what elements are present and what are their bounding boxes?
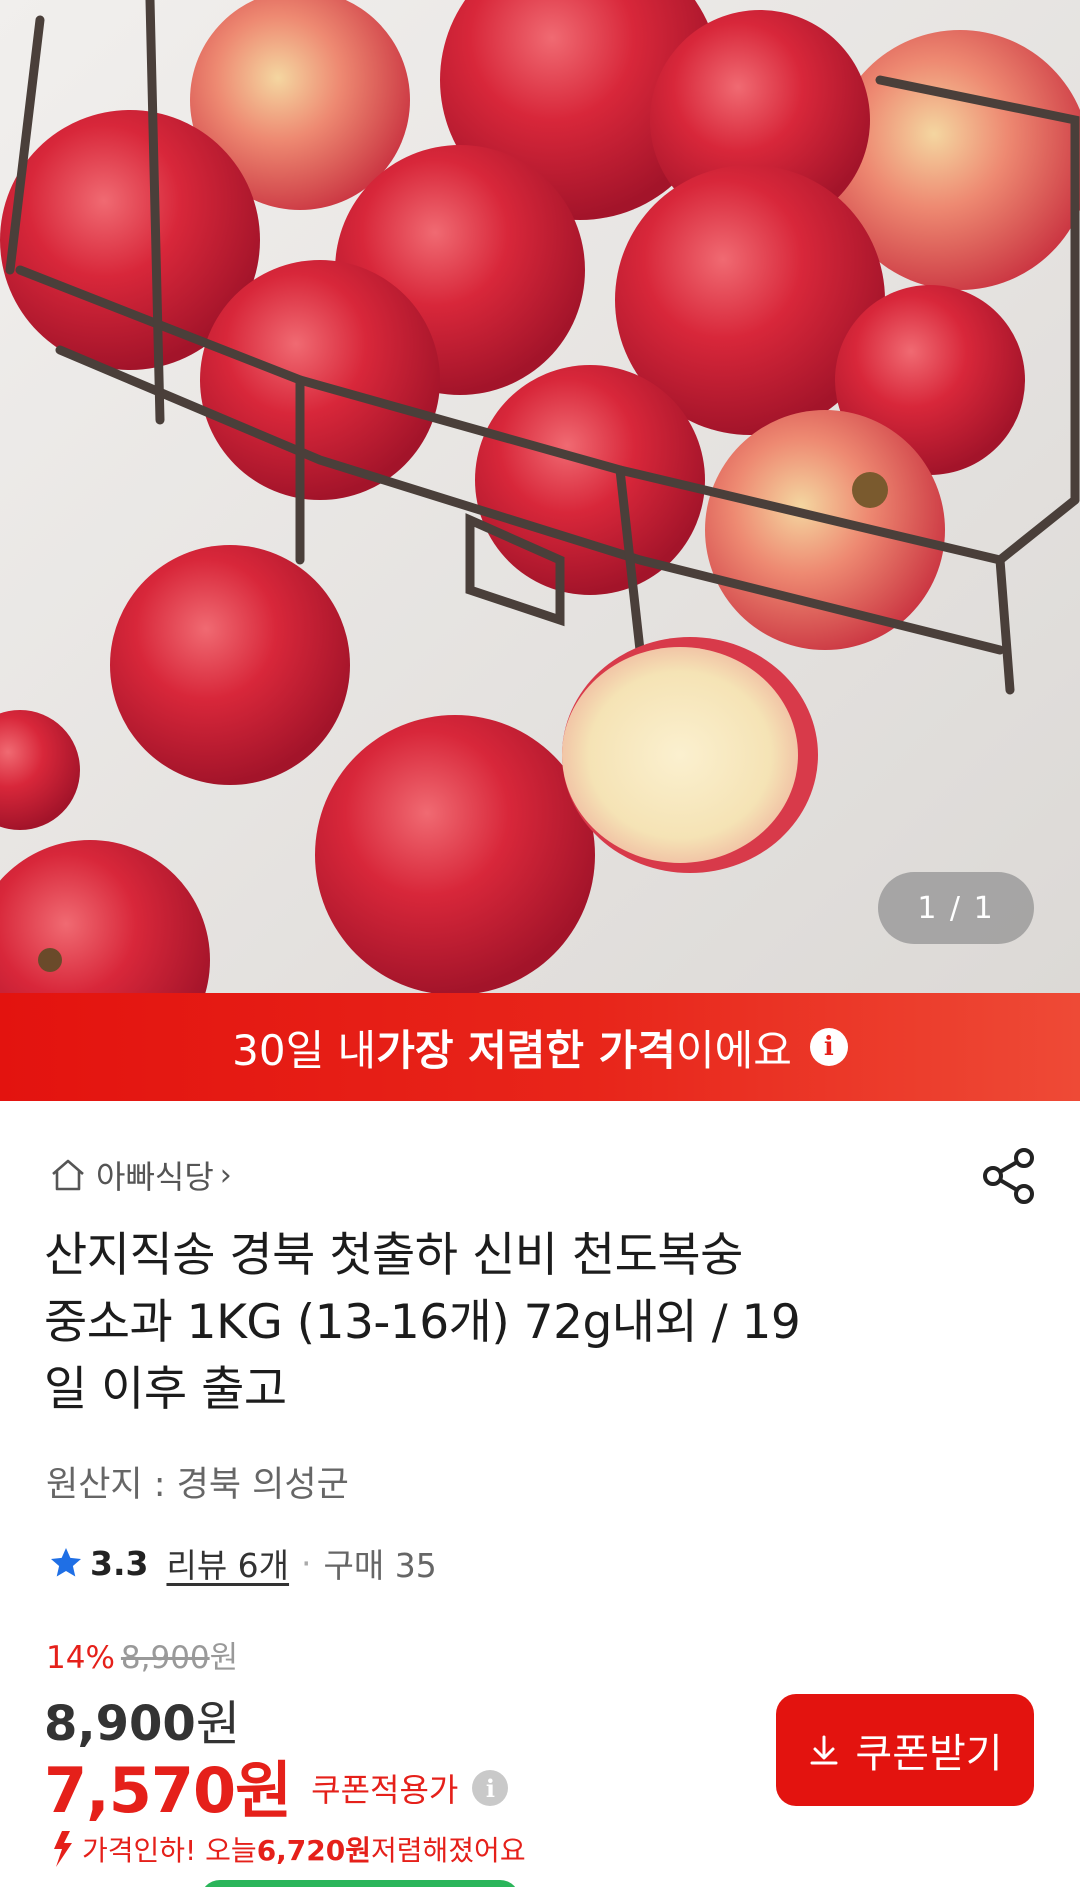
star-icon: [51, 1548, 81, 1577]
purchase-count: 구매 35: [323, 1546, 437, 1585]
price-drop-prefix: 가격인하! 오늘: [82, 1834, 257, 1867]
get-coupon-label: 쿠폰받기: [855, 1731, 1003, 1777]
nectarine-basket-photo: [0, 0, 1080, 993]
banner-suffix: 이에요: [675, 1025, 792, 1075]
share-icon: [983, 1148, 1034, 1204]
discount-percent: 14%: [46, 1640, 115, 1676]
store-link[interactable]: 아빠식당 ›: [48, 1150, 232, 1200]
original-price-unit: 원: [209, 1640, 239, 1676]
coupon-price-label: 쿠폰적용가: [311, 1771, 459, 1809]
bottom-action-peek[interactable]: [200, 1880, 520, 1887]
product-title-line: 산지직송 경북 첫출하 신비 천도복숭: [44, 1228, 743, 1283]
product-image[interactable]: 1 / 1: [0, 0, 1080, 993]
home-icon: [52, 1159, 84, 1191]
coupon-price: 7,570원: [44, 1740, 292, 1830]
info-icon[interactable]: i: [809, 1028, 848, 1066]
review-link[interactable]: 리뷰 6개: [166, 1539, 289, 1587]
coupon-price-value: 7,570: [44, 1754, 236, 1827]
product-title: 산지직송 경북 첫출하 신비 천도복숭 중소과 1KG (13-16개) 72g…: [44, 1222, 944, 1423]
origin-text: 원산지 : 경북 의성군: [46, 1465, 349, 1505]
coupon-price-unit: 원: [235, 1754, 292, 1827]
download-arrow-icon: [810, 1735, 838, 1765]
banner-highlight: 가장 저렴한 가격: [376, 1025, 676, 1075]
info-icon[interactable]: i: [472, 1770, 509, 1806]
coupon-price-row: 7,570원 쿠폰적용가 i: [44, 1740, 509, 1830]
price-drop-amount: 6,720원: [256, 1834, 372, 1867]
chevron-right-icon: ›: [219, 1157, 232, 1193]
store-name: 아빠식당: [96, 1158, 214, 1196]
rating-row: 3.3 리뷰 6개 · 구매 35: [48, 1538, 437, 1588]
original-price: 8,900: [120, 1640, 210, 1676]
separator-dot: ·: [301, 1543, 312, 1583]
lowest-price-banner: 30일 내 가장 저렴한 가격 이에요 i: [0, 993, 1080, 1101]
banner-prefix: 30일 내: [232, 1025, 377, 1075]
original-price-row: 14% 8,900 원: [46, 1632, 238, 1677]
product-title-line: 일 이후 출고: [44, 1362, 287, 1417]
price-down-arrow-icon: [54, 1831, 72, 1867]
share-button[interactable]: [980, 1145, 1038, 1207]
get-coupon-button[interactable]: 쿠폰받기: [776, 1694, 1034, 1806]
product-title-line: 중소과 1KG (13-16개) 72g내외 / 19: [44, 1295, 801, 1350]
price-drop-notice: 가격인하! 오늘 6,720원 저렴해졌어요: [42, 1826, 526, 1872]
rating-score: 3.3: [90, 1543, 149, 1583]
price-drop-suffix: 저렴해졌어요: [371, 1834, 526, 1867]
image-page-indicator: 1 / 1: [878, 872, 1034, 944]
